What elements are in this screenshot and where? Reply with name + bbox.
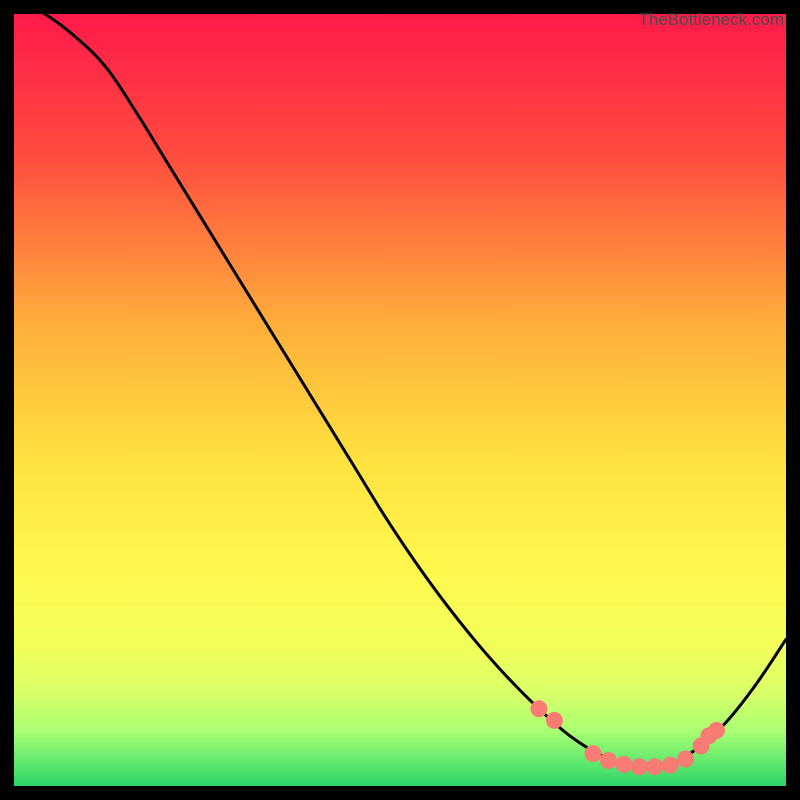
highlight-dot xyxy=(585,745,602,762)
chart-container xyxy=(14,14,786,786)
highlight-dot xyxy=(546,712,563,729)
highlight-dot xyxy=(662,757,679,774)
highlight-dot xyxy=(631,758,648,775)
highlight-dot xyxy=(646,758,663,775)
chart-overlay xyxy=(14,14,786,786)
watermark-text: TheBottleneck.com xyxy=(638,10,784,30)
highlight-dot xyxy=(708,722,725,739)
highlight-dots-group xyxy=(530,700,725,775)
highlight-dot xyxy=(677,750,694,767)
bottleneck-curve-line xyxy=(14,14,786,769)
highlight-dot xyxy=(600,752,617,769)
highlight-dot xyxy=(615,756,632,773)
highlight-dot xyxy=(530,700,547,717)
